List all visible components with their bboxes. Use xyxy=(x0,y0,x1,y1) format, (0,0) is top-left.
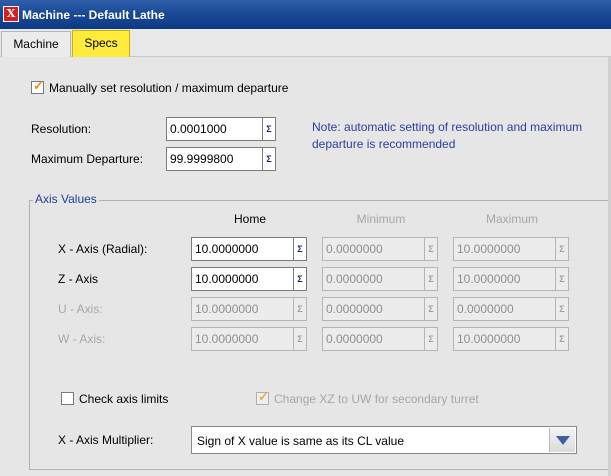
change-xz-label: Change XZ to UW for secondary turret xyxy=(274,392,479,406)
w-axis-max-field: Σ xyxy=(453,327,569,351)
column-maximum: Maximum xyxy=(485,212,538,226)
resolution-label: Resolution: xyxy=(31,122,92,136)
sigma-icon: Σ xyxy=(424,298,437,320)
sigma-icon: Σ xyxy=(424,268,437,290)
z-axis-min-input[interactable] xyxy=(323,268,423,290)
x-axis-min-field: Σ xyxy=(322,237,438,261)
tab-specs[interactable]: Specs xyxy=(72,30,130,57)
max-departure-field: Σ xyxy=(166,147,276,171)
checkmark-icon: ✓ xyxy=(33,78,44,93)
sigma-icon: Σ xyxy=(293,298,306,320)
sigma-icon: Σ xyxy=(555,238,568,260)
x-axis-max-field: Σ xyxy=(453,237,569,261)
w-axis-max-input[interactable] xyxy=(454,328,554,350)
u-axis-max-field: Σ xyxy=(453,297,569,321)
z-axis-max-input[interactable] xyxy=(454,268,554,290)
z-axis-min-field: Σ xyxy=(322,267,438,291)
u-axis-max-input[interactable] xyxy=(454,298,554,320)
resolution-field: Σ xyxy=(166,117,276,141)
tab-machine[interactable]: Machine xyxy=(1,31,71,57)
z-axis-home-input[interactable] xyxy=(192,268,292,290)
manual-set-label: Manually set resolution / maximum depart… xyxy=(49,81,289,95)
w-axis-min-input[interactable] xyxy=(323,328,423,350)
tab-bar: Machine Specs xyxy=(0,29,611,57)
max-departure-input[interactable] xyxy=(167,148,262,170)
x-axis-label: X - Axis (Radial): xyxy=(58,242,148,256)
column-minimum: Minimum xyxy=(356,212,406,226)
w-axis-label: W - Axis: xyxy=(58,332,106,346)
u-axis-min-input[interactable] xyxy=(323,298,423,320)
max-departure-label: Maximum Departure: xyxy=(31,152,144,166)
resolution-note: Note: automatic setting of resolution an… xyxy=(312,120,583,151)
manual-set-checkbox[interactable]: ✓ xyxy=(31,78,44,94)
z-axis-label: Z - Axis xyxy=(58,272,99,286)
specs-panel: ✓ Manually set resolution / maximum depa… xyxy=(0,57,611,476)
x-axis-home-field: Σ xyxy=(191,237,307,261)
window-title: Machine --- Default Lathe xyxy=(22,8,165,22)
column-home: Home xyxy=(233,212,266,226)
x-axis-multiplier-value: Sign of X value is same as its CL value xyxy=(197,434,404,448)
x-axis-multiplier-label: X - Axis Multiplier: xyxy=(58,433,154,447)
w-axis-min-field: Σ xyxy=(322,327,438,351)
sigma-icon: Σ xyxy=(293,328,306,350)
check-axis-limits-checkbox[interactable] xyxy=(61,392,74,405)
resolution-input[interactable] xyxy=(167,118,262,140)
x-axis-home-input[interactable] xyxy=(192,238,292,260)
x-axis-max-input[interactable] xyxy=(454,238,554,260)
u-axis-label: U - Axis: xyxy=(58,302,103,316)
sigma-icon[interactable]: Σ xyxy=(262,118,275,140)
change-xz-checkbox[interactable]: ✓ xyxy=(256,389,269,405)
sigma-icon: Σ xyxy=(555,328,568,350)
w-axis-home-input[interactable] xyxy=(192,328,292,350)
dropdown-button[interactable] xyxy=(549,428,575,452)
sigma-icon[interactable]: Σ xyxy=(293,268,306,290)
sigma-icon: Σ xyxy=(424,238,437,260)
w-axis-home-field: Σ xyxy=(191,327,307,351)
check-axis-limits-label: Check axis limits xyxy=(79,392,169,406)
checkmark-icon: ✓ xyxy=(258,389,269,404)
u-axis-home-input[interactable] xyxy=(192,298,292,320)
x-axis-min-input[interactable] xyxy=(323,238,423,260)
u-axis-home-field: Σ xyxy=(191,297,307,321)
axis-values-title: Axis Values xyxy=(33,192,99,206)
x-axis-multiplier-select[interactable]: Sign of X value is same as its CL value xyxy=(191,426,577,454)
z-axis-home-field: Σ xyxy=(191,267,307,291)
title-bar[interactable]: X Machine --- Default Lathe xyxy=(0,0,611,29)
app-icon: X xyxy=(3,6,19,22)
sigma-icon: Σ xyxy=(555,298,568,320)
sigma-icon: Σ xyxy=(555,268,568,290)
sigma-icon: Σ xyxy=(424,328,437,350)
chevron-down-icon xyxy=(556,436,570,445)
z-axis-max-field: Σ xyxy=(453,267,569,291)
sigma-icon[interactable]: Σ xyxy=(293,238,306,260)
sigma-icon[interactable]: Σ xyxy=(262,148,275,170)
u-axis-min-field: Σ xyxy=(322,297,438,321)
